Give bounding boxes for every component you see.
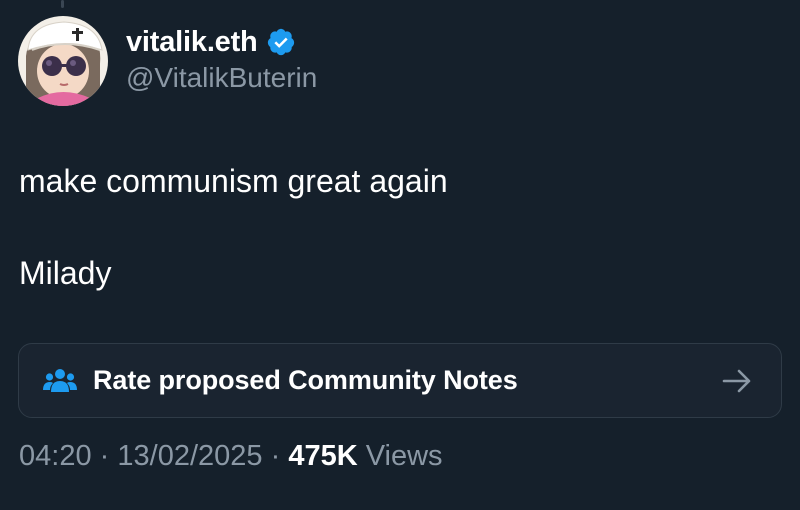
tweet-line: make communism great again bbox=[19, 163, 448, 199]
tweet-text: make communism great again Milady bbox=[19, 158, 448, 296]
tweet-line: Milady bbox=[19, 255, 112, 291]
views-label: Views bbox=[365, 440, 443, 472]
milady-avatar-icon bbox=[18, 16, 108, 106]
people-icon bbox=[43, 366, 77, 396]
tweet-line-gap bbox=[19, 204, 448, 250]
views-count[interactable]: 475K bbox=[288, 440, 357, 472]
author-display-name[interactable]: vitalik.eth bbox=[126, 26, 258, 59]
meta-separator: · bbox=[270, 440, 281, 472]
thread-line bbox=[61, 0, 64, 8]
tweet-meta: 04:20 · 13/02/2025 · 475K Views bbox=[19, 440, 443, 473]
avatar[interactable] bbox=[18, 16, 108, 106]
community-notes-button[interactable]: Rate proposed Community Notes bbox=[18, 343, 782, 418]
community-notes-label: Rate proposed Community Notes bbox=[93, 365, 518, 395]
arrow-right-icon bbox=[721, 366, 753, 396]
author-name-row: vitalik.eth bbox=[126, 24, 296, 60]
author-handle[interactable]: @VitalikButerin bbox=[126, 62, 317, 94]
meta-separator: · bbox=[99, 440, 110, 472]
tweet-time[interactable]: 04:20 bbox=[19, 440, 92, 472]
verified-badge-icon bbox=[266, 27, 296, 57]
tweet-date[interactable]: 13/02/2025 bbox=[117, 440, 262, 472]
tweet: vitalik.eth @VitalikButerin make communi… bbox=[0, 0, 800, 510]
